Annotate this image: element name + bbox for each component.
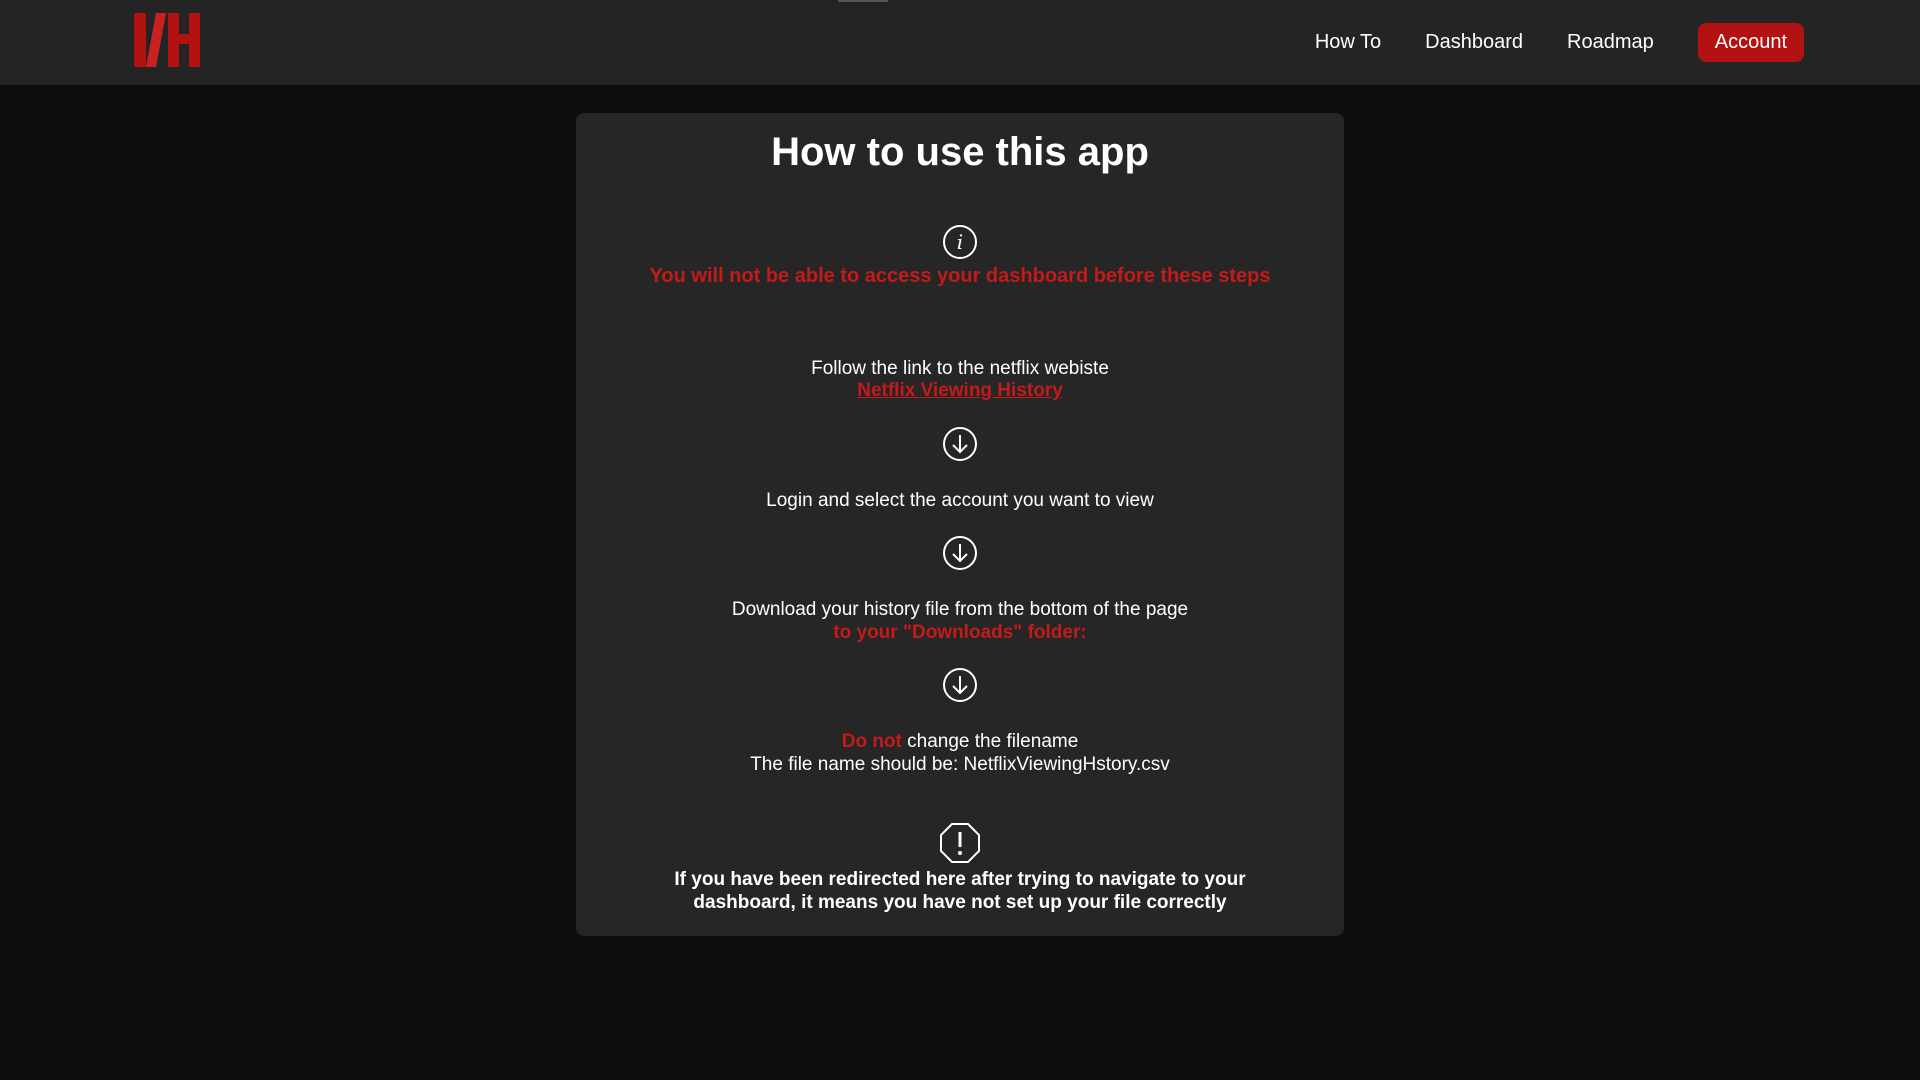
- warning-message: You will not be able to access your dash…: [649, 265, 1271, 287]
- step-1-text: Follow the link to the netflix webiste: [811, 358, 1109, 379]
- nav-dashboard-link[interactable]: Dashboard: [1425, 31, 1523, 54]
- do-not-label: Do not: [841, 731, 902, 752]
- svg-text:i: i: [957, 230, 963, 254]
- netflix-viewing-history-link[interactable]: Netflix Viewing History: [857, 380, 1063, 401]
- step-4-rest: change the filename: [901, 731, 1079, 752]
- step-3-text: Download your history file from the bott…: [731, 599, 1189, 620]
- step-3-highlight: to your "Downloads" folder:: [833, 622, 1087, 643]
- redirect-notice: If you have been redirected here after t…: [674, 869, 1246, 913]
- filename-instruction: The file name should be: NetflixViewingH…: [750, 754, 1170, 775]
- app-logo[interactable]: [132, 11, 202, 69]
- arrow-down-circle-icon: [942, 667, 978, 703]
- exclamation-octagon-icon: [939, 822, 981, 864]
- info-icon: i: [942, 224, 978, 260]
- arrow-down-circle-icon: [942, 426, 978, 462]
- navbar: How To Dashboard Roadmap Account: [0, 0, 1920, 85]
- page-loading-bar: [838, 0, 888, 2]
- arrow-down-circle-icon: [942, 535, 978, 571]
- step-2-text: Login and select the account you want to…: [766, 490, 1154, 511]
- nav-how-to-link[interactable]: How To: [1315, 31, 1381, 54]
- page-title: How to use this app: [771, 130, 1149, 174]
- nav-links: How To Dashboard Roadmap Account: [1315, 0, 1920, 85]
- step-4-text: Do not change the filename: [576, 730, 1344, 753]
- account-button[interactable]: Account: [1697, 23, 1804, 62]
- nav-roadmap-link[interactable]: Roadmap: [1567, 31, 1654, 54]
